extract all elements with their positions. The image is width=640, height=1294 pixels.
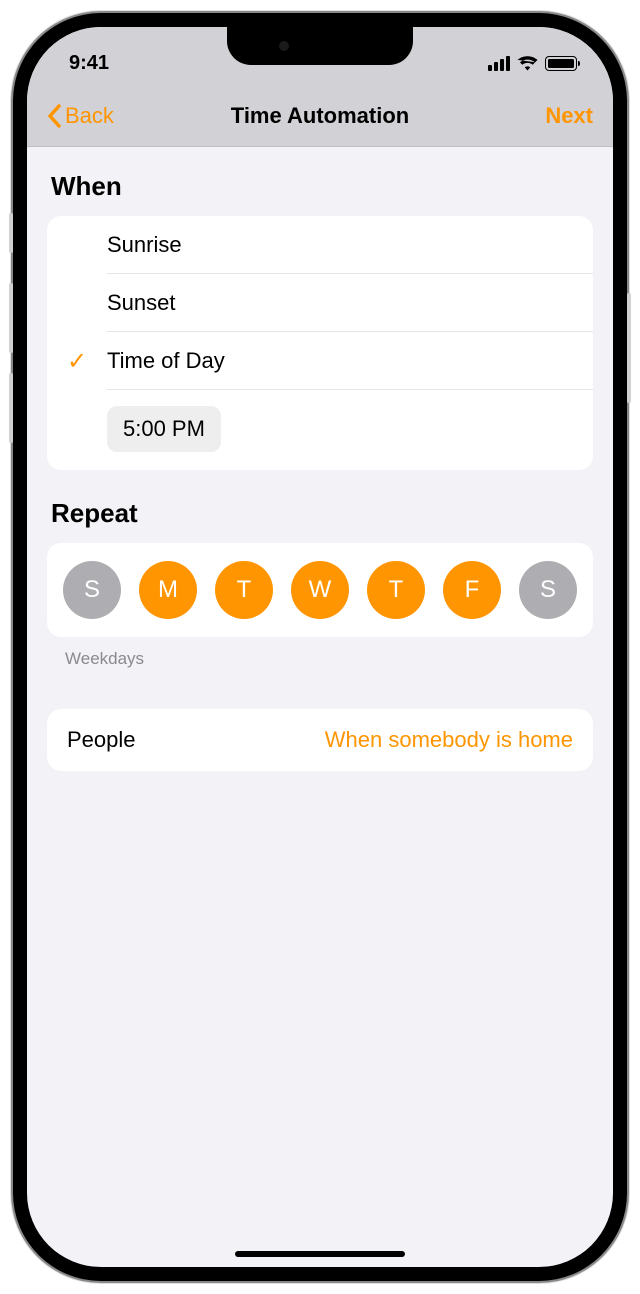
day-toggle-0[interactable]: S — [63, 561, 121, 619]
home-indicator[interactable] — [235, 1251, 405, 1257]
people-label: People — [67, 727, 136, 753]
day-toggle-1[interactable]: M — [139, 561, 197, 619]
people-row[interactable]: People When somebody is home — [47, 709, 593, 771]
option-sunset[interactable]: Sunset — [47, 274, 593, 332]
cellular-signal-icon — [488, 56, 510, 71]
option-label: Time of Day — [107, 348, 225, 374]
battery-icon — [545, 56, 577, 71]
wifi-icon — [517, 56, 538, 71]
people-value: When somebody is home — [325, 727, 573, 753]
option-label: Sunset — [107, 290, 176, 316]
day-toggle-2[interactable]: T — [215, 561, 273, 619]
repeat-days-card: SMTWTFS — [47, 543, 593, 637]
option-sunrise[interactable]: Sunrise — [47, 216, 593, 274]
navigation-bar: Back Time Automation Next — [27, 85, 613, 147]
repeat-header: Repeat — [47, 498, 593, 529]
time-picker-row: 5:00 PM — [47, 390, 593, 470]
status-time: 9:41 — [69, 52, 109, 75]
chevron-left-icon — [47, 104, 61, 128]
time-picker[interactable]: 5:00 PM — [107, 406, 221, 452]
day-toggle-4[interactable]: T — [367, 561, 425, 619]
next-button[interactable]: Next — [545, 103, 593, 129]
option-label: Sunrise — [107, 232, 182, 258]
back-button[interactable]: Back — [47, 103, 114, 129]
repeat-caption: Weekdays — [47, 649, 593, 669]
back-label: Back — [65, 103, 114, 129]
day-toggle-6[interactable]: S — [519, 561, 577, 619]
when-options-card: Sunrise Sunset ✓ Time of Day 5:00 PM — [47, 216, 593, 470]
status-icons — [488, 56, 577, 71]
checkmark-icon: ✓ — [67, 347, 87, 376]
nav-title: Time Automation — [231, 103, 409, 129]
day-toggle-3[interactable]: W — [291, 561, 349, 619]
when-header: When — [47, 171, 593, 202]
day-toggle-5[interactable]: F — [443, 561, 501, 619]
option-time-of-day[interactable]: ✓ Time of Day — [47, 332, 593, 390]
